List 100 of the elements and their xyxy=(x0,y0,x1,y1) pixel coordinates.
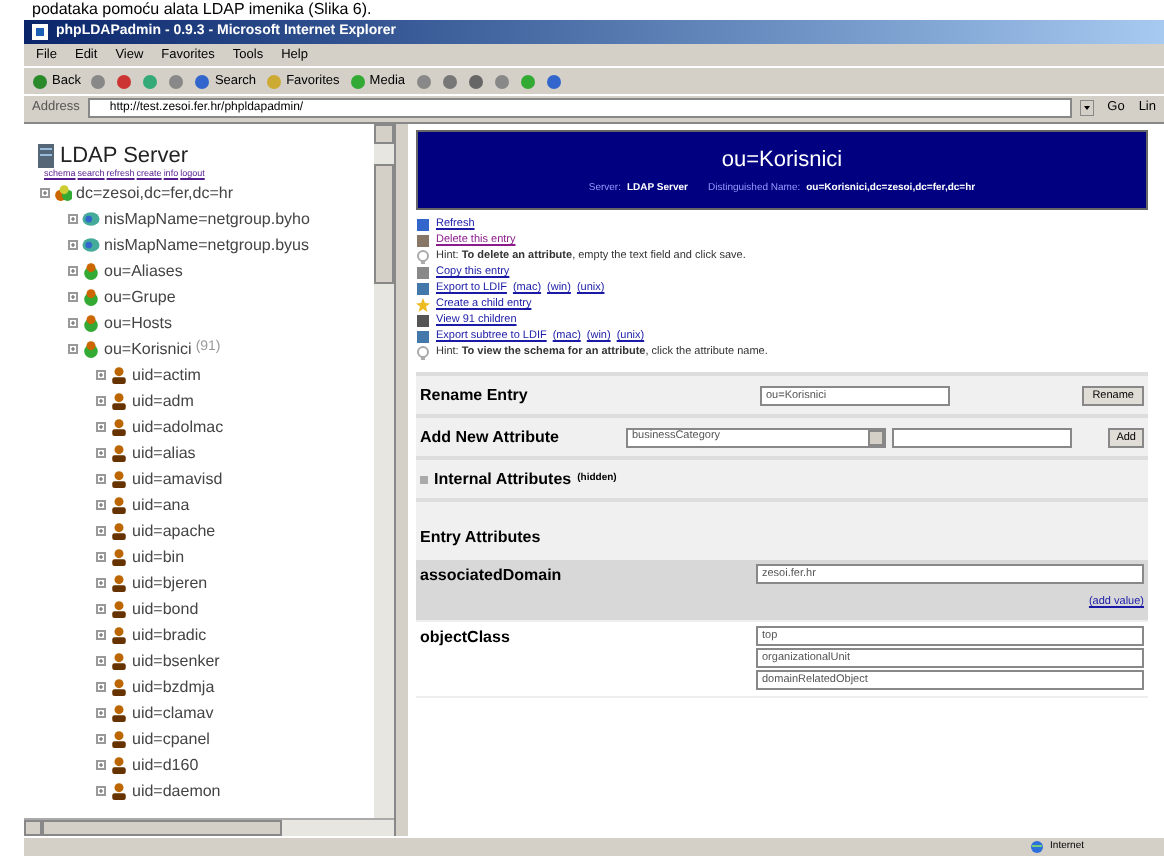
tree-item[interactable]: uid=bsenker xyxy=(132,649,220,673)
export-icon xyxy=(416,330,430,344)
lightbulb-icon xyxy=(416,250,430,264)
expand-icon[interactable] xyxy=(96,552,106,562)
home-button[interactable] xyxy=(168,73,185,89)
expand-icon[interactable] xyxy=(68,266,78,276)
section-label[interactable]: Internal Attributes xyxy=(434,467,572,491)
expand-icon[interactable] xyxy=(96,448,106,458)
attribute-name[interactable]: associatedDomain xyxy=(420,564,756,615)
tree-item[interactable]: ou=Hosts xyxy=(104,311,173,335)
tree-item[interactable]: uid=bradic xyxy=(132,623,207,647)
circle-icon xyxy=(349,73,366,89)
tree-item[interactable]: uid=ana xyxy=(132,493,190,517)
document-text: podataka pomoću alata LDAP imenika (Slika 6). xyxy=(30,0,374,20)
circle-icon xyxy=(266,73,283,89)
expand-icon[interactable] xyxy=(96,370,106,380)
tree-item[interactable]: nisMapName=netgroup.byho xyxy=(104,207,310,231)
expand-icon[interactable] xyxy=(68,214,78,224)
expand-icon[interactable] xyxy=(96,422,106,432)
person-icon xyxy=(110,444,128,462)
expand-icon[interactable] xyxy=(68,240,78,250)
tree-item[interactable]: nisMapName=netgroup.byus xyxy=(104,233,310,257)
stop-button[interactable] xyxy=(116,73,133,89)
person-icon xyxy=(110,652,128,670)
tree-item[interactable]: ou=Grupe xyxy=(104,285,176,309)
children-icon xyxy=(416,314,430,328)
globe-icon xyxy=(82,236,100,254)
tree-item[interactable]: ou=Aliases xyxy=(104,259,183,283)
person-icon xyxy=(110,418,128,436)
expand-icon[interactable] xyxy=(96,500,106,510)
refresh-button[interactable] xyxy=(142,73,159,89)
group-icon xyxy=(82,314,100,332)
section-heading: Entry Attributes xyxy=(420,528,541,546)
attribute-name[interactable]: objectClass xyxy=(420,626,756,691)
server-title: LDAP Server xyxy=(60,144,188,168)
group-icon xyxy=(82,340,100,358)
tree-item[interactable]: uid=amavisd xyxy=(132,467,223,491)
tree-item[interactable]: uid=actim xyxy=(132,363,201,387)
mail-button[interactable] xyxy=(441,73,458,89)
expand-icon[interactable] xyxy=(96,734,106,744)
expand-icon[interactable] xyxy=(96,604,106,614)
expand-icon[interactable] xyxy=(96,526,106,536)
tree-item[interactable]: ou=Korisnici xyxy=(104,337,192,361)
print-button[interactable] xyxy=(467,73,484,89)
expand-icon[interactable] xyxy=(96,708,106,718)
value-field[interactable] xyxy=(892,427,1072,447)
person-icon xyxy=(110,522,128,540)
tree-item[interactable]: uid=daemon xyxy=(132,779,221,803)
tree-item[interactable]: uid=adm xyxy=(132,389,194,413)
expand-icon[interactable] xyxy=(96,786,106,796)
horizontal-scrollbar[interactable] xyxy=(24,818,394,836)
person-icon xyxy=(110,574,128,592)
expand-icon[interactable] xyxy=(68,318,78,328)
tree-item[interactable]: uid=clamav xyxy=(132,701,214,725)
person-icon xyxy=(110,782,128,800)
dropdown-icon[interactable] xyxy=(1079,100,1094,116)
group-icon xyxy=(82,262,100,280)
person-icon xyxy=(110,470,128,488)
tree-item[interactable]: uid=bond xyxy=(132,597,199,621)
expand-icon[interactable] xyxy=(68,292,78,302)
tree-item[interactable]: uid=bzdmja xyxy=(132,675,215,699)
copy-icon xyxy=(416,266,430,280)
expand-icon[interactable] xyxy=(96,682,106,692)
person-icon xyxy=(110,366,128,384)
globe-icon xyxy=(82,210,100,228)
tree-item[interactable]: uid=bjeren xyxy=(132,571,208,595)
expand-icon[interactable] xyxy=(96,578,106,588)
edit-button[interactable] xyxy=(493,73,510,89)
expand-icon[interactable] xyxy=(96,630,106,640)
person-icon xyxy=(110,730,128,748)
history-button[interactable] xyxy=(415,73,432,89)
circle-icon xyxy=(32,73,48,89)
expand-icon[interactable] xyxy=(68,344,78,354)
expand-icon[interactable] xyxy=(40,188,50,198)
people-icon xyxy=(54,184,72,202)
tree-item[interactable]: uid=cpanel xyxy=(132,727,210,751)
server-icon xyxy=(36,144,56,168)
messenger-button[interactable] xyxy=(519,73,536,89)
expand-icon[interactable] xyxy=(420,475,428,483)
person-icon xyxy=(110,626,128,644)
expand-icon[interactable] xyxy=(96,474,106,484)
expand-icon[interactable] xyxy=(96,396,106,406)
person-icon xyxy=(110,678,128,696)
scrollbar[interactable] xyxy=(374,124,394,818)
tree-item[interactable]: uid=d160 xyxy=(132,753,199,777)
research-button[interactable] xyxy=(545,73,562,89)
person-icon xyxy=(110,496,128,514)
expand-icon[interactable] xyxy=(96,760,106,770)
person-icon xyxy=(110,392,128,410)
forward-button[interactable] xyxy=(90,73,107,89)
browser-icon xyxy=(32,24,48,40)
tree-item[interactable]: uid=adolmac xyxy=(132,415,224,439)
tree-item[interactable]: uid=alias xyxy=(132,441,196,465)
expand-icon[interactable] xyxy=(96,656,106,666)
tree-item[interactable]: dc=zesoi,dc=fer,dc=hr xyxy=(76,181,233,205)
person-icon xyxy=(110,704,128,722)
tree-item[interactable]: uid=bin xyxy=(132,545,185,569)
group-icon xyxy=(82,288,100,306)
tree-item[interactable]: uid=apache xyxy=(132,519,216,543)
person-icon xyxy=(110,548,128,566)
